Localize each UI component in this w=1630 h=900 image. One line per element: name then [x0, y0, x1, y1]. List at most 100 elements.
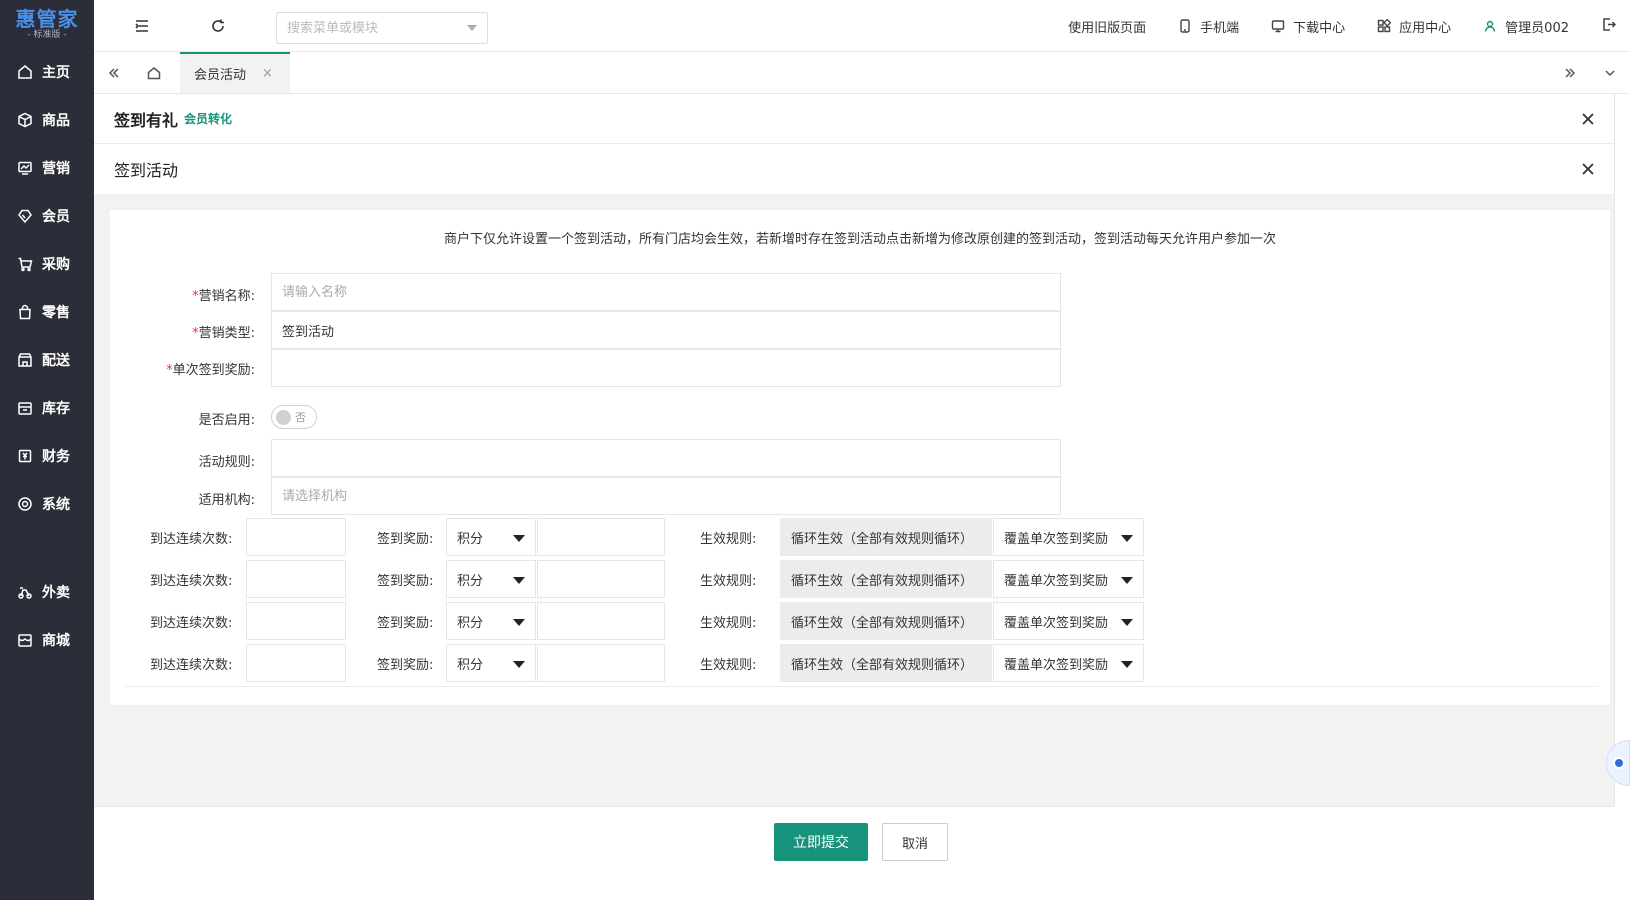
reward-amount-input[interactable] [538, 603, 664, 639]
type-input[interactable] [272, 312, 1060, 348]
app-center-label: 应用中心 [1399, 20, 1452, 36]
tab-close-icon[interactable]: × [262, 66, 273, 81]
mobile-link[interactable]: 手机端 [1178, 17, 1239, 36]
reward-amount-input[interactable] [538, 519, 664, 555]
count-input[interactable] [247, 645, 345, 681]
tabs-menu-chevron-down-icon[interactable] [1590, 52, 1630, 93]
sidebar-item-finance[interactable]: 财务 [0, 432, 94, 480]
override-select[interactable]: 覆盖单次签到奖励 [993, 644, 1144, 682]
sidebar-item-label: 商城 [42, 633, 70, 649]
reward-label: 签到奖励: [377, 658, 434, 673]
override-select[interactable]: 覆盖单次签到奖励 [993, 602, 1144, 640]
org-field[interactable] [271, 477, 1061, 515]
count-input[interactable] [247, 519, 345, 555]
enabled-toggle[interactable]: 否 [271, 405, 317, 429]
reward-amount-field[interactable] [537, 644, 665, 682]
count-field[interactable] [246, 602, 346, 640]
refresh-icon[interactable] [200, 8, 236, 44]
close-icon[interactable] [1576, 107, 1600, 131]
reward-type-select[interactable]: 积分 [446, 518, 536, 556]
sidebar-item-label: 配送 [42, 353, 70, 369]
sidebar-item-purchase[interactable]: 采购 [0, 240, 94, 288]
toggle-knob [276, 409, 291, 425]
user-menu[interactable]: 管理员002 [1483, 17, 1569, 36]
content-right-border [1614, 94, 1615, 806]
count-field[interactable] [246, 560, 346, 598]
rules-input[interactable] [272, 440, 1060, 476]
finance-icon [16, 447, 34, 465]
single-reward-field[interactable] [271, 349, 1061, 387]
count-field[interactable] [246, 644, 346, 682]
org-label: 适用机构: [198, 493, 255, 508]
apps-icon [1377, 19, 1392, 33]
reward-amount-input[interactable] [538, 645, 664, 681]
single-reward-input[interactable] [272, 350, 1060, 386]
consecutive-rule-row: 到达连续次数: 签到奖励: 积分 生效规则: 循环生效（全部有效规则循环） 覆盖… [110, 644, 1610, 682]
tabs-scroll-left-icon[interactable] [94, 52, 134, 93]
user-icon [1484, 20, 1496, 32]
sidebar-item-goods[interactable]: 商品 [0, 96, 94, 144]
panel-header-sign-in-activity: 签到活动 [94, 144, 1614, 194]
reward-type-select[interactable]: 积分 [446, 560, 536, 598]
download-center-link[interactable]: 下载中心 [1271, 17, 1345, 36]
box-icon [16, 111, 34, 129]
org-input[interactable] [272, 478, 1060, 514]
sidebar-item-system[interactable]: 系统 [0, 480, 94, 528]
legacy-page-link[interactable]: 使用旧版页面 [1068, 17, 1146, 36]
cancel-button[interactable]: 取消 [882, 823, 948, 861]
override-select[interactable]: 覆盖单次签到奖励 [993, 518, 1144, 556]
panel-subtitle: 会员转化 [184, 112, 233, 126]
menu-toggle-icon[interactable] [124, 8, 160, 44]
app-center-link[interactable]: 应用中心 [1377, 17, 1451, 36]
mobile-label: 手机端 [1200, 20, 1240, 36]
menu-search-input[interactable] [277, 13, 447, 43]
effect-label: 生效规则: [700, 574, 757, 589]
logout-icon[interactable] [1601, 17, 1617, 36]
legacy-page-label: 使用旧版页面 [1068, 20, 1147, 36]
reward-amount-input[interactable] [538, 561, 664, 597]
home-tab-icon[interactable] [134, 52, 174, 93]
count-input[interactable] [247, 561, 345, 597]
tab-member-activity[interactable]: 会员活动 × [180, 52, 290, 93]
sidebar-item-marketing[interactable]: 营销 [0, 144, 94, 192]
submit-button[interactable]: 立即提交 [774, 823, 868, 861]
dropdown-arrow-icon [513, 619, 525, 626]
type-field[interactable] [271, 311, 1061, 349]
count-field[interactable] [246, 518, 346, 556]
reward-type-select[interactable]: 积分 [446, 644, 536, 682]
chevron-down-icon[interactable] [467, 25, 477, 31]
sidebar-item-label: 采购 [42, 257, 70, 273]
rules-label: 活动规则: [198, 455, 255, 470]
dropdown-arrow-icon [513, 577, 525, 584]
rules-field[interactable] [271, 439, 1061, 477]
sidebar-item-mall[interactable]: 商城 [0, 616, 94, 664]
mall-icon [16, 631, 34, 649]
name-input[interactable] [272, 274, 1060, 310]
reward-type-select[interactable]: 积分 [446, 602, 536, 640]
tabs-scroll-right-icon[interactable] [1550, 52, 1590, 93]
sidebar-item-retail[interactable]: 零售 [0, 288, 94, 336]
reward-amount-field[interactable] [537, 602, 665, 640]
menu-search[interactable] [276, 12, 488, 44]
sidebar-item-takeout[interactable]: 外卖 [0, 568, 94, 616]
sidebar-item-delivery[interactable]: 配送 [0, 336, 94, 384]
sidebar-item-member[interactable]: 会员 [0, 192, 94, 240]
sidebar-item-label: 库存 [42, 401, 70, 417]
name-field[interactable] [271, 273, 1061, 311]
sidebar-item-home[interactable]: 主页 [0, 48, 94, 96]
reward-label: 签到奖励: [377, 532, 434, 547]
logo-edition: - 标准版 - [27, 29, 67, 40]
override-select[interactable]: 覆盖单次签到奖励 [993, 560, 1144, 598]
sidebar-item-inventory[interactable]: 库存 [0, 384, 94, 432]
dialog-close-icon[interactable] [1576, 157, 1600, 181]
reward-amount-field[interactable] [537, 518, 665, 556]
reward-amount-field[interactable] [537, 560, 665, 598]
sidebar-item-label: 财务 [42, 449, 70, 465]
logo: 惠管家 - 标准版 - [0, 0, 94, 48]
effect-label: 生效规则: [700, 532, 757, 547]
count-input[interactable] [247, 603, 345, 639]
top-bar: 使用旧版页面 手机端 下载中心 应用中心 管理员002 [94, 0, 1630, 52]
cycle-mode-display: 循环生效（全部有效规则循环） [780, 602, 992, 640]
cycle-mode-display: 循环生效（全部有效规则循环） [780, 518, 992, 556]
